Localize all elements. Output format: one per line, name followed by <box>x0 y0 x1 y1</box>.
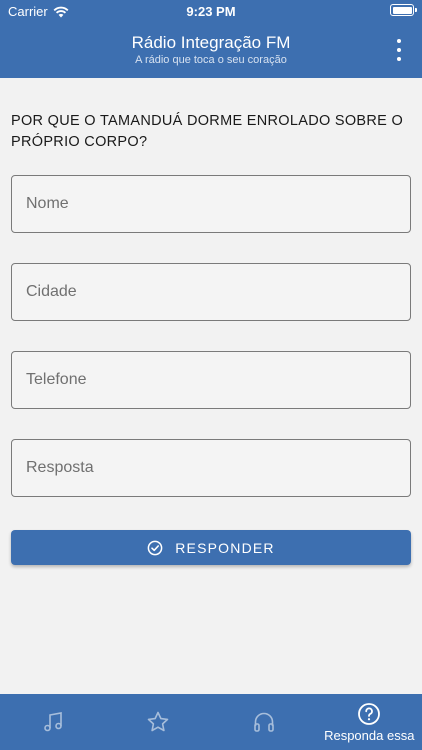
music-note-icon <box>43 712 62 732</box>
submit-button[interactable]: RESPONDER <box>11 530 411 565</box>
tab-music[interactable] <box>0 694 106 750</box>
submit-button-label: RESPONDER <box>175 539 275 556</box>
tab-favorites[interactable] <box>106 694 212 750</box>
tab-answer-label: Responda essa <box>324 727 415 743</box>
tab-answer[interactable]: Responda essa <box>317 694 422 750</box>
status-time: 9:23 PM <box>186 4 236 19</box>
star-icon <box>147 711 169 732</box>
status-bar: Carrier 9:23 PM <box>0 0 422 22</box>
answer-field[interactable] <box>12 440 410 496</box>
name-field[interactable] <box>12 176 410 232</box>
bottom-tab-bar: Responda essa <box>0 694 422 750</box>
city-field-container <box>11 263 411 321</box>
app-title: Rádio Integração FM <box>131 33 291 52</box>
app-header: Carrier 9:23 PM Rádio Integração FM A rá… <box>0 0 422 78</box>
answer-field-container <box>11 439 411 497</box>
check-circle-icon <box>147 540 163 556</box>
phone-field-container <box>11 351 411 409</box>
phone-field[interactable] <box>12 352 410 408</box>
city-field[interactable] <box>12 264 410 320</box>
headphones-icon <box>253 712 274 732</box>
more-options-icon[interactable] <box>396 39 402 61</box>
question-circle-icon <box>358 702 381 725</box>
question-text: POR QUE O TAMANDUÁ DORME ENROLADO SOBRE … <box>11 113 404 150</box>
app-subtitle: A rádio que toca o seu coração <box>135 54 287 66</box>
battery-icon <box>390 4 417 16</box>
tab-listen[interactable] <box>211 694 317 750</box>
name-field-container <box>11 175 411 233</box>
